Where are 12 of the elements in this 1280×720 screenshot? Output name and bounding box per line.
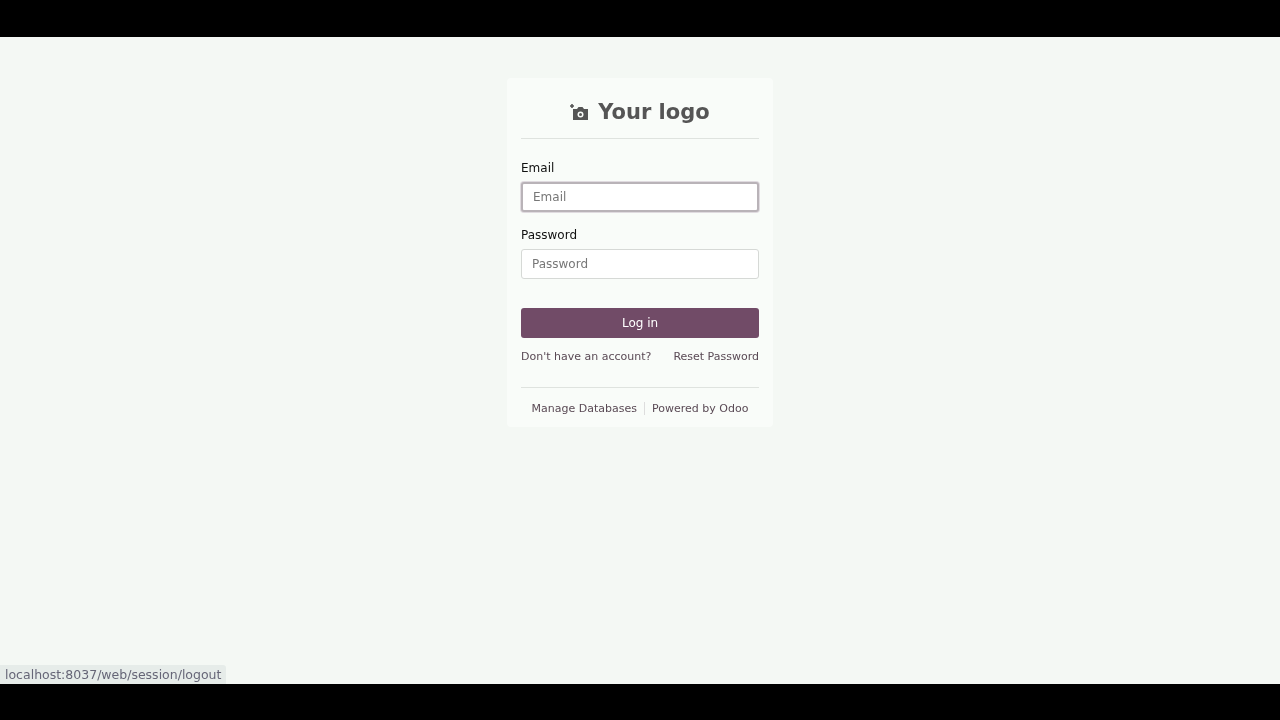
- footer-link[interactable]: Manage Databases: [531, 402, 638, 415]
- login-button[interactable]: Log in: [521, 308, 759, 338]
- field-label: Password: [521, 228, 579, 242]
- camera-icon: [570, 103, 591, 121]
- input-field[interactable]: Email: [521, 182, 759, 212]
- input-field[interactable]: Password: [521, 249, 759, 279]
- logo-text: Your logo: [598, 100, 710, 124]
- link[interactable]: Reset Password: [673, 350, 759, 363]
- field-label: Email: [521, 161, 556, 175]
- link[interactable]: Don't have an account?: [521, 350, 652, 363]
- status-url: localhost:8037/web/session/logout: [0, 665, 227, 684]
- footer-link[interactable]: Powered by Odoo: [644, 402, 749, 415]
